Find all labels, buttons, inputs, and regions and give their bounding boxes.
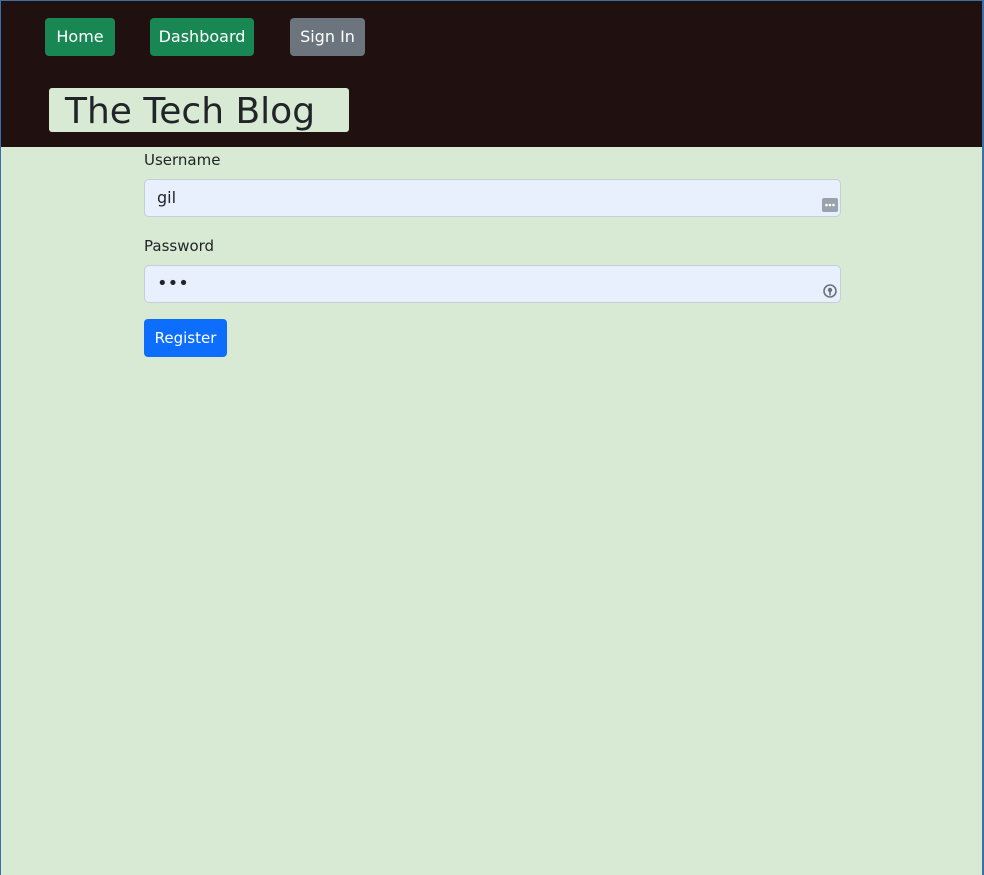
nav-signin-button[interactable]: Sign In [290,18,365,56]
nav-dashboard-button[interactable]: Dashboard [150,18,254,56]
register-button[interactable]: Register [144,319,227,357]
password-input[interactable]: ••• [144,265,841,303]
site-title: The Tech Blog [65,91,316,132]
username-input[interactable]: gil [144,179,841,217]
site-header: Home Dashboard Sign In The Tech Blog [1,0,982,147]
autofill-dots-icon[interactable] [822,190,838,212]
nav-home-button[interactable]: Home [45,18,115,56]
username-value: gil [157,188,177,207]
site-title-box: The Tech Blog [49,88,349,132]
password-value: ••• [157,273,189,294]
password-key-icon[interactable] [822,276,838,298]
username-label: Username [144,151,221,169]
password-label: Password [144,237,215,255]
